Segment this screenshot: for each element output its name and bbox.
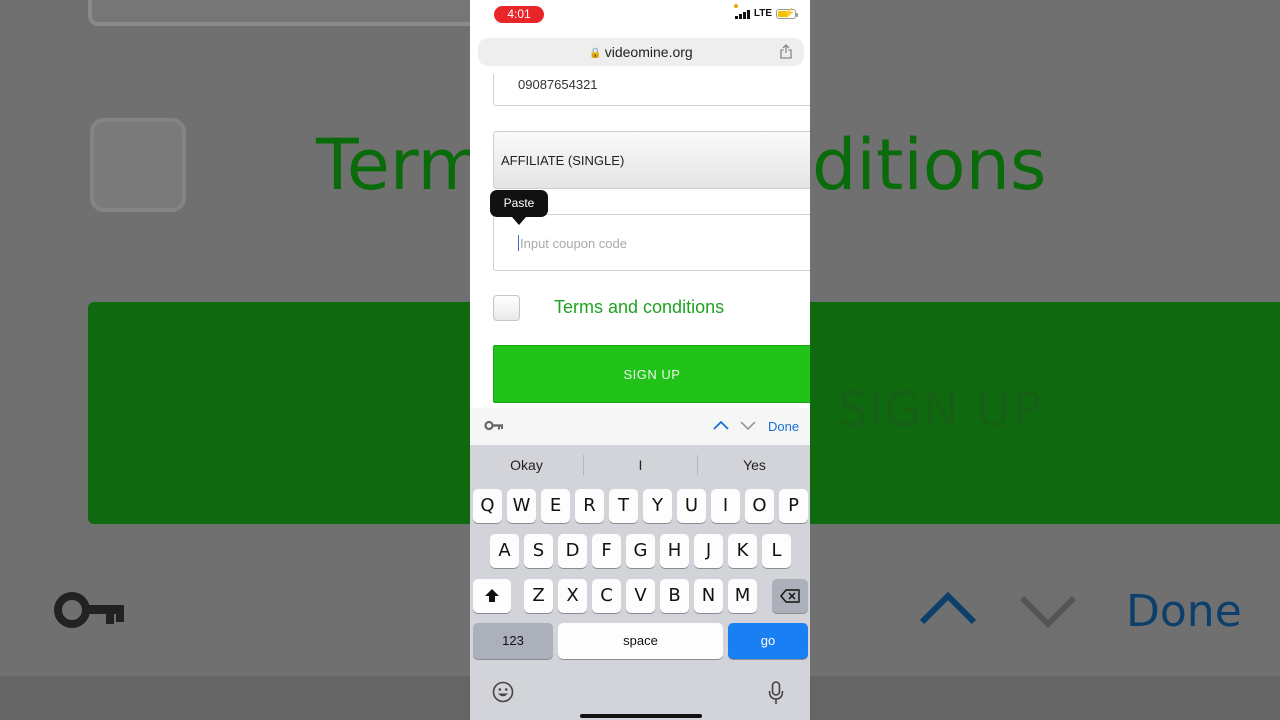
phone-screen: 4:01 LTE ⚡ 🔒 videomine.org 09087654321 AF…	[470, 0, 810, 720]
go-key[interactable]: go	[728, 623, 808, 659]
key-r[interactable]: R	[575, 489, 604, 523]
key-t[interactable]: T	[609, 489, 638, 523]
terms-link[interactable]: Terms and conditions	[554, 297, 724, 318]
shift-icon	[485, 589, 499, 602]
key-n[interactable]: N	[694, 579, 723, 613]
keyboard-accessory-bar: Done	[470, 408, 810, 445]
coupon-placeholder: Input coupon code	[520, 236, 627, 251]
bg-signup-left	[88, 302, 488, 524]
status-indicators: LTE ⚡	[734, 8, 798, 19]
shift-key[interactable]	[473, 579, 511, 613]
share-icon[interactable]	[780, 44, 792, 59]
coupon-input[interactable]: Input coupon code	[493, 214, 810, 271]
url-text: videomine.org	[604, 44, 693, 60]
battery-icon: ⚡	[776, 8, 798, 19]
page-content: 09087654321 AFFILIATE (SINGLE) Input cou…	[470, 74, 810, 406]
chevron-down-icon[interactable]	[740, 421, 756, 431]
address-bar[interactable]: 🔒 videomine.org	[478, 38, 804, 66]
key-f[interactable]: F	[592, 534, 621, 568]
key-c[interactable]: C	[592, 579, 621, 613]
key-w[interactable]: W	[507, 489, 536, 523]
bg-field	[88, 0, 488, 26]
key-a[interactable]: A	[490, 534, 519, 568]
package-select[interactable]: AFFILIATE (SINGLE)	[493, 131, 810, 189]
signal-icon	[734, 9, 750, 19]
key-l[interactable]: L	[762, 534, 791, 568]
key-j[interactable]: J	[694, 534, 723, 568]
key-o[interactable]: O	[745, 489, 774, 523]
terms-checkbox[interactable]	[493, 295, 520, 321]
delete-key[interactable]	[772, 579, 808, 613]
key-g[interactable]: G	[626, 534, 655, 568]
status-bar: 4:01 LTE ⚡	[470, 0, 810, 32]
key-u[interactable]: U	[677, 489, 706, 523]
key-h[interactable]: H	[660, 534, 689, 568]
bg-terms-right: ditions	[812, 124, 1047, 206]
suggestion-item[interactable]: Yes	[698, 457, 810, 473]
signup-button[interactable]: SIGN UP	[493, 345, 810, 403]
paste-menu-item[interactable]: Paste	[490, 190, 548, 217]
key-e[interactable]: E	[541, 489, 570, 523]
key-k[interactable]: K	[728, 534, 757, 568]
numbers-key[interactable]: 123	[473, 623, 553, 659]
key-q[interactable]: Q	[473, 489, 502, 523]
bg-signup-text: SIGN UP	[838, 382, 1043, 438]
emoji-icon[interactable]	[492, 681, 514, 703]
bg-chevron-down-icon	[1019, 595, 1077, 628]
bg-chevron-up-icon	[919, 591, 977, 625]
key-m[interactable]: M	[728, 579, 757, 613]
lock-icon: 🔒	[589, 48, 602, 59]
key-icon[interactable]	[484, 420, 504, 431]
backspace-icon	[780, 589, 800, 603]
key-d[interactable]: D	[558, 534, 587, 568]
key-y[interactable]: Y	[643, 489, 672, 523]
paste-menu-arrow	[512, 217, 526, 225]
package-selected-value: AFFILIATE (SINGLE)	[501, 153, 625, 168]
done-button[interactable]: Done	[768, 419, 799, 434]
keyboard: Okay I Yes Q W E R T Y U I O P A S D F G…	[470, 445, 810, 720]
bg-checkbox	[90, 118, 186, 212]
space-key[interactable]: space	[558, 623, 723, 659]
key-v[interactable]: V	[626, 579, 655, 613]
signup-button-label: SIGN UP	[623, 367, 681, 382]
phone-number-value: 09087654321	[518, 77, 598, 92]
microphone-icon[interactable]	[768, 681, 784, 705]
bg-done-text: Done	[1126, 586, 1242, 637]
phone-number-field[interactable]: 09087654321	[493, 74, 810, 106]
suggestion-item[interactable]: Okay	[470, 457, 583, 473]
text-caret	[518, 235, 519, 251]
key-i[interactable]: I	[711, 489, 740, 523]
suggestion-bar: Okay I Yes	[470, 445, 810, 485]
status-time: 4:01	[494, 6, 544, 23]
bg-terms-left: Term	[316, 124, 486, 206]
bg-key-icon	[54, 592, 124, 628]
key-s[interactable]: S	[524, 534, 553, 568]
home-indicator	[580, 714, 702, 718]
key-z[interactable]: Z	[524, 579, 553, 613]
suggestion-item[interactable]: I	[584, 457, 697, 473]
chevron-up-icon[interactable]	[713, 420, 729, 430]
key-p[interactable]: P	[779, 489, 808, 523]
network-type: LTE	[753, 8, 772, 19]
key-b[interactable]: B	[660, 579, 689, 613]
key-x[interactable]: X	[558, 579, 587, 613]
